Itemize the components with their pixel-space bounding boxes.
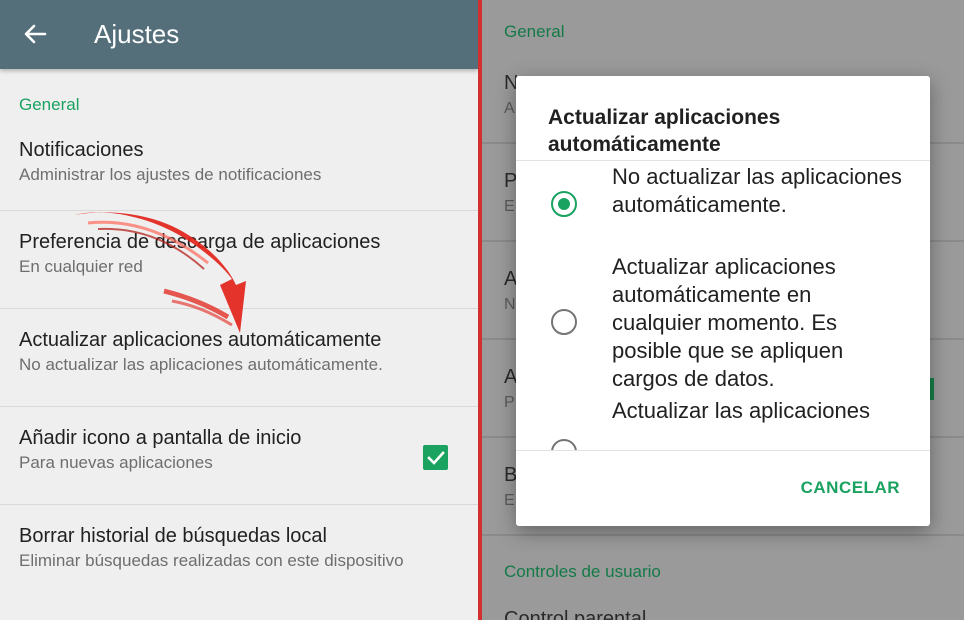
option-label: No actualizar las aplicaciones automátic… <box>612 164 902 217</box>
pref-subtitle: Eliminar búsquedas realizadas con este d… <box>19 551 404 570</box>
bg-item-parental-control: Control parental <box>504 608 647 620</box>
section-header-general: General <box>19 95 80 114</box>
bg-fragment: E <box>504 492 515 509</box>
pref-subtitle: Administrar los ajustes de notificacione… <box>19 165 322 184</box>
bg-fragment: E <box>504 198 515 215</box>
app-bar: Ajustes <box>0 0 478 69</box>
bg-fragment: P <box>504 394 515 411</box>
dialog-bottom-divider <box>516 450 930 451</box>
bg-section-controls: Controles de usuario <box>504 562 661 581</box>
auto-update-dialog: Actualizar aplicaciones automáticamente … <box>516 76 930 526</box>
bg-section-general: General <box>504 22 565 41</box>
pref-item-clear-history[interactable]: Borrar historial de búsquedas local Elim… <box>0 505 478 603</box>
settings-panel: Ajustes General Notificaciones Administr… <box>0 0 478 620</box>
back-arrow-icon <box>24 24 47 44</box>
page-title: Ajustes <box>94 19 180 49</box>
option-label: Actualizar las aplicaciones <box>612 398 871 423</box>
checkbox-checked-icon <box>426 450 445 465</box>
option-update-any-time[interactable]: Actualizar aplicaciones automáticamente … <box>516 253 930 397</box>
back-button[interactable] <box>18 18 52 50</box>
option-label: Actualizar aplicaciones automáticamente … <box>612 254 844 391</box>
radio-unselected-icon[interactable] <box>551 309 577 335</box>
dialog-title: Actualizar aplicaciones automáticamente <box>548 106 781 156</box>
pref-title: Añadir icono a pantalla de inicio <box>19 427 302 449</box>
pref-subtitle: En cualquier red <box>19 257 143 276</box>
pref-item-download-preference[interactable]: Preferencia de descarga de aplicaciones … <box>0 211 478 309</box>
pref-title: Preferencia de descarga de aplicaciones <box>19 231 381 253</box>
cancel-button[interactable]: CANCELAR <box>801 478 900 498</box>
pref-item-auto-update[interactable]: Actualizar aplicaciones automáticamente … <box>0 309 478 407</box>
bg-fragment: A <box>504 100 515 117</box>
pref-subtitle: No actualizar las aplicaciones automátic… <box>19 355 383 374</box>
bg-fragment: N <box>504 296 516 313</box>
pref-item-notifications[interactable]: Notificaciones Administrar los ajustes d… <box>0 121 478 211</box>
option-update-wifi[interactable]: Actualizar las aplicaciones <box>516 397 930 450</box>
home-icon-checkbox[interactable] <box>423 445 448 470</box>
pref-title: Actualizar aplicaciones automáticamente <box>19 329 382 351</box>
option-no-update[interactable]: No actualizar las aplicaciones automátic… <box>516 161 930 253</box>
bg-divider <box>482 534 964 536</box>
pref-title: Borrar historial de búsquedas local <box>19 525 327 547</box>
dialog-option-list[interactable]: No actualizar las aplicaciones automátic… <box>516 161 930 450</box>
pref-item-add-home-icon[interactable]: Añadir icono a pantalla de inicio Para n… <box>0 407 478 505</box>
pref-title: Notificaciones <box>19 139 144 161</box>
radio-unselected-icon[interactable] <box>551 439 577 450</box>
pref-subtitle: Para nuevas aplicaciones <box>19 453 213 472</box>
radio-selected-icon[interactable] <box>551 191 577 217</box>
